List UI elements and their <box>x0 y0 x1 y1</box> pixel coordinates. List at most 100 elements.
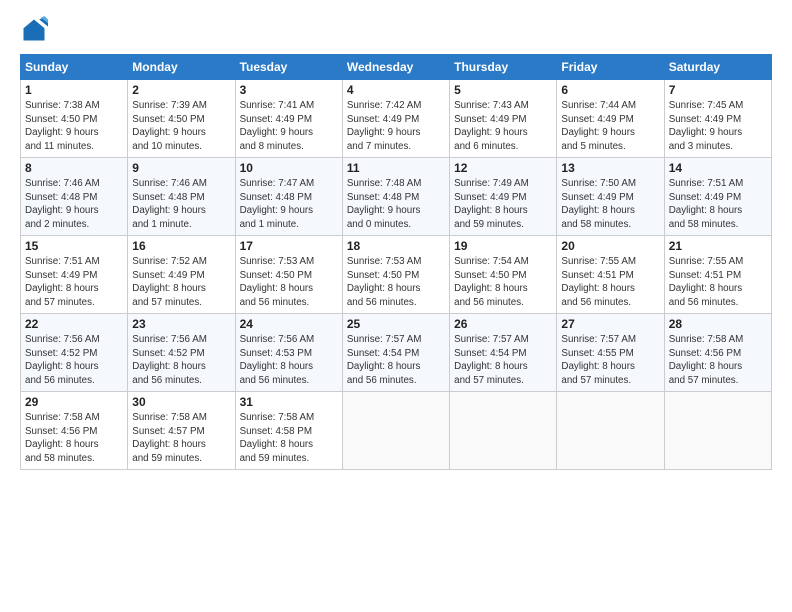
calendar-day-7: 7 Sunrise: 7:45 AMSunset: 4:49 PMDaylight… <box>664 80 771 158</box>
calendar-day-10: 10 Sunrise: 7:47 AMSunset: 4:48 PMDayligh… <box>235 158 342 236</box>
calendar-day-24: 24 Sunrise: 7:56 AMSunset: 4:53 PMDayligh… <box>235 314 342 392</box>
calendar-day-17: 17 Sunrise: 7:53 AMSunset: 4:50 PMDayligh… <box>235 236 342 314</box>
day-number: 14 <box>669 161 767 175</box>
day-number: 7 <box>669 83 767 97</box>
day-info: Sunrise: 7:38 AMSunset: 4:50 PMDaylight:… <box>25 99 123 154</box>
calendar-day-12: 12 Sunrise: 7:49 AMSunset: 4:49 PMDayligh… <box>450 158 557 236</box>
day-number: 23 <box>132 317 230 331</box>
day-number: 2 <box>132 83 230 97</box>
day-number: 16 <box>132 239 230 253</box>
day-number: 21 <box>669 239 767 253</box>
calendar-day-25: 25 Sunrise: 7:57 AMSunset: 4:54 PMDayligh… <box>342 314 449 392</box>
day-info: Sunrise: 7:47 AMSunset: 4:48 PMDaylight:… <box>240 177 338 232</box>
day-number: 27 <box>561 317 659 331</box>
day-number: 18 <box>347 239 445 253</box>
day-info: Sunrise: 7:53 AMSunset: 4:50 PMDaylight:… <box>347 255 445 310</box>
day-number: 31 <box>240 395 338 409</box>
day-number: 11 <box>347 161 445 175</box>
weekday-header-wednesday: Wednesday <box>342 55 449 80</box>
day-number: 15 <box>25 239 123 253</box>
day-number: 30 <box>132 395 230 409</box>
weekday-header-saturday: Saturday <box>664 55 771 80</box>
day-info: Sunrise: 7:58 AMSunset: 4:56 PMDaylight:… <box>25 411 123 466</box>
day-info: Sunrise: 7:57 AMSunset: 4:54 PMDaylight:… <box>454 333 552 388</box>
day-number: 13 <box>561 161 659 175</box>
calendar-day-13: 13 Sunrise: 7:50 AMSunset: 4:49 PMDayligh… <box>557 158 664 236</box>
empty-cell <box>342 392 449 470</box>
day-info: Sunrise: 7:50 AMSunset: 4:49 PMDaylight:… <box>561 177 659 232</box>
calendar-day-22: 22 Sunrise: 7:56 AMSunset: 4:52 PMDayligh… <box>21 314 128 392</box>
empty-cell <box>664 392 771 470</box>
day-info: Sunrise: 7:58 AMSunset: 4:57 PMDaylight:… <box>132 411 230 466</box>
calendar-day-14: 14 Sunrise: 7:51 AMSunset: 4:49 PMDayligh… <box>664 158 771 236</box>
day-info: Sunrise: 7:56 AMSunset: 4:52 PMDaylight:… <box>132 333 230 388</box>
day-number: 12 <box>454 161 552 175</box>
calendar-day-9: 9Sunrise: 7:46 AMSunset: 4:48 PMDaylight… <box>128 158 235 236</box>
day-info: Sunrise: 7:53 AMSunset: 4:50 PMDaylight:… <box>240 255 338 310</box>
day-number: 24 <box>240 317 338 331</box>
calendar-day-28: 28 Sunrise: 7:58 AMSunset: 4:56 PMDayligh… <box>664 314 771 392</box>
day-number: 1 <box>25 83 123 97</box>
calendar-day-23: 23 Sunrise: 7:56 AMSunset: 4:52 PMDayligh… <box>128 314 235 392</box>
weekday-header-row: SundayMondayTuesdayWednesdayThursdayFrid… <box>21 55 772 80</box>
day-number: 6 <box>561 83 659 97</box>
calendar-day-30: 30 Sunrise: 7:58 AMSunset: 4:57 PMDayligh… <box>128 392 235 470</box>
calendar-day-26: 26 Sunrise: 7:57 AMSunset: 4:54 PMDayligh… <box>450 314 557 392</box>
empty-cell <box>557 392 664 470</box>
weekday-header-tuesday: Tuesday <box>235 55 342 80</box>
calendar-day-1: 1 Sunrise: 7:38 AMSunset: 4:50 PMDaylight… <box>21 80 128 158</box>
calendar-week-3: 15 Sunrise: 7:51 AMSunset: 4:49 PMDayligh… <box>21 236 772 314</box>
day-info: Sunrise: 7:57 AMSunset: 4:54 PMDaylight:… <box>347 333 445 388</box>
page-header <box>20 16 772 44</box>
calendar-day-31: 31 Sunrise: 7:58 AMSunset: 4:58 PMDayligh… <box>235 392 342 470</box>
calendar-day-18: 18 Sunrise: 7:53 AMSunset: 4:50 PMDayligh… <box>342 236 449 314</box>
calendar-day-15: 15 Sunrise: 7:51 AMSunset: 4:49 PMDayligh… <box>21 236 128 314</box>
calendar-day-6: 6 Sunrise: 7:44 AMSunset: 4:49 PMDaylight… <box>557 80 664 158</box>
day-info: Sunrise: 7:51 AMSunset: 4:49 PMDaylight:… <box>669 177 767 232</box>
day-number: 10 <box>240 161 338 175</box>
calendar-week-1: 1 Sunrise: 7:38 AMSunset: 4:50 PMDaylight… <box>21 80 772 158</box>
day-number: 5 <box>454 83 552 97</box>
day-info: Sunrise: 7:44 AMSunset: 4:49 PMDaylight:… <box>561 99 659 154</box>
empty-cell <box>450 392 557 470</box>
day-info: Sunrise: 7:54 AMSunset: 4:50 PMDaylight:… <box>454 255 552 310</box>
day-info: Sunrise: 7:45 AMSunset: 4:49 PMDaylight:… <box>669 99 767 154</box>
day-number: 3 <box>240 83 338 97</box>
day-number: 17 <box>240 239 338 253</box>
day-info: Sunrise: 7:57 AMSunset: 4:55 PMDaylight:… <box>561 333 659 388</box>
day-info: Sunrise: 7:58 AMSunset: 4:56 PMDaylight:… <box>669 333 767 388</box>
day-info: Sunrise: 7:49 AMSunset: 4:49 PMDaylight:… <box>454 177 552 232</box>
day-info: Sunrise: 7:56 AMSunset: 4:52 PMDaylight:… <box>25 333 123 388</box>
day-number: 25 <box>347 317 445 331</box>
day-number: 20 <box>561 239 659 253</box>
day-info: Sunrise: 7:52 AMSunset: 4:49 PMDaylight:… <box>132 255 230 310</box>
day-info: Sunrise: 7:51 AMSunset: 4:49 PMDaylight:… <box>25 255 123 310</box>
calendar-day-21: 21 Sunrise: 7:55 AMSunset: 4:51 PMDayligh… <box>664 236 771 314</box>
day-number: 26 <box>454 317 552 331</box>
day-info: Sunrise: 7:39 AMSunset: 4:50 PMDaylight:… <box>132 99 230 154</box>
calendar-week-4: 22 Sunrise: 7:56 AMSunset: 4:52 PMDayligh… <box>21 314 772 392</box>
calendar-table: SundayMondayTuesdayWednesdayThursdayFrid… <box>20 54 772 470</box>
day-number: 28 <box>669 317 767 331</box>
calendar-day-5: 5Sunrise: 7:43 AMSunset: 4:49 PMDaylight… <box>450 80 557 158</box>
calendar-day-3: 3Sunrise: 7:41 AMSunset: 4:49 PMDaylight… <box>235 80 342 158</box>
day-number: 4 <box>347 83 445 97</box>
day-number: 22 <box>25 317 123 331</box>
weekday-header-thursday: Thursday <box>450 55 557 80</box>
weekday-header-friday: Friday <box>557 55 664 80</box>
calendar-day-27: 27 Sunrise: 7:57 AMSunset: 4:55 PMDayligh… <box>557 314 664 392</box>
calendar-day-4: 4Sunrise: 7:42 AMSunset: 4:49 PMDaylight… <box>342 80 449 158</box>
logo-icon <box>20 16 48 44</box>
calendar-day-16: 16 Sunrise: 7:52 AMSunset: 4:49 PMDayligh… <box>128 236 235 314</box>
calendar-day-2: 2 Sunrise: 7:39 AMSunset: 4:50 PMDaylight… <box>128 80 235 158</box>
day-info: Sunrise: 7:55 AMSunset: 4:51 PMDaylight:… <box>669 255 767 310</box>
logo <box>20 16 54 44</box>
calendar-day-19: 19Sunrise: 7:54 AMSunset: 4:50 PMDayligh… <box>450 236 557 314</box>
day-info: Sunrise: 7:56 AMSunset: 4:53 PMDaylight:… <box>240 333 338 388</box>
calendar-day-8: 8Sunrise: 7:46 AMSunset: 4:48 PMDaylight… <box>21 158 128 236</box>
day-number: 8 <box>25 161 123 175</box>
calendar-day-29: 29Sunrise: 7:58 AMSunset: 4:56 PMDayligh… <box>21 392 128 470</box>
calendar-day-20: 20Sunrise: 7:55 AMSunset: 4:51 PMDayligh… <box>557 236 664 314</box>
weekday-header-sunday: Sunday <box>21 55 128 80</box>
day-info: Sunrise: 7:58 AMSunset: 4:58 PMDaylight:… <box>240 411 338 466</box>
